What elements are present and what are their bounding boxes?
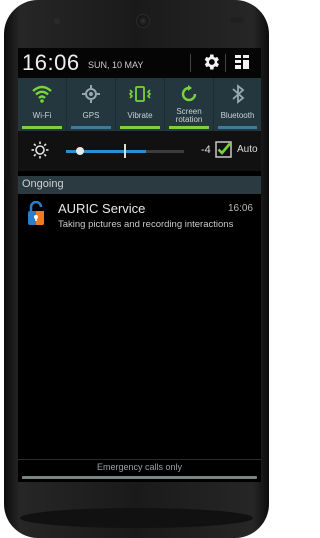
notification-time: 16:06: [227, 203, 253, 214]
phone-bottom-edge: [20, 508, 253, 528]
auto-brightness-checkbox[interactable]: [215, 141, 232, 158]
tile-indicator: [120, 126, 160, 129]
header-divider: [225, 54, 226, 72]
emergency-calls-label: Emergency calls only: [96, 462, 183, 472]
tile-indicator: [169, 126, 209, 129]
clock: 16:06: [22, 50, 80, 75]
proximity-sensor: [230, 17, 244, 23]
tile-indicator: [22, 126, 62, 129]
settings-gear-icon[interactable]: [201, 52, 221, 72]
toggle-grid-icon[interactable]: [234, 54, 250, 70]
quick-settings-row: Wi-Fi GPS Vibrate Screen rotation Blueto…: [18, 78, 261, 131]
tile-indicator: [218, 126, 257, 129]
tile-label: Vibrate: [127, 111, 153, 120]
lock-icon: [28, 201, 44, 225]
auto-label: Auto: [237, 144, 258, 155]
side-button: [4, 120, 9, 180]
tile-label: Wi-Fi: [32, 111, 52, 120]
notification-shade: 16:06 SUN, 10 MAY Wi-Fi GPS Vibrate Scre…: [18, 48, 261, 482]
brightness-value: -4: [201, 144, 211, 156]
brightness-icon: [31, 141, 49, 159]
tile-label: GPS: [82, 111, 100, 120]
notification-auric[interactable]: AURIC Service 16:06 Taking pictures and …: [18, 195, 261, 237]
front-camera: [136, 14, 150, 28]
wifi-icon: [32, 85, 52, 103]
earpiece-dot: [54, 18, 60, 24]
ongoing-label: Ongoing: [22, 178, 64, 190]
brightness-thumb[interactable]: [76, 147, 84, 155]
notification-title: AURIC Service: [58, 201, 146, 216]
notification-text: Taking pictures and recording interactio…: [58, 219, 234, 230]
footer-divider: [18, 459, 261, 460]
vibrate-icon: [129, 86, 151, 102]
bluetooth-icon: [231, 84, 244, 104]
shade-header: 16:06 SUN, 10 MAY: [18, 48, 261, 78]
date-label: SUN, 10 MAY: [88, 60, 144, 70]
shade-drag-handle[interactable]: [22, 476, 257, 479]
tile-wifi[interactable]: Wi-Fi: [18, 78, 66, 131]
tile-indicator: [71, 126, 111, 129]
brightness-row: -4 Auto: [18, 131, 261, 171]
header-divider: [190, 54, 191, 72]
tile-bluetooth[interactable]: Bluetooth: [214, 78, 261, 131]
tile-label: Screen rotation: [175, 107, 203, 124]
gps-icon: [82, 85, 100, 103]
tile-vibrate[interactable]: Vibrate: [116, 78, 164, 131]
brightness-marker: [124, 144, 126, 158]
tile-label: Bluetooth: [220, 111, 255, 120]
rotation-icon: [181, 85, 197, 102]
tile-gps[interactable]: GPS: [67, 78, 115, 131]
ongoing-section-header: Ongoing: [18, 176, 261, 194]
tile-screen-rotation[interactable]: Screen rotation: [165, 78, 213, 131]
